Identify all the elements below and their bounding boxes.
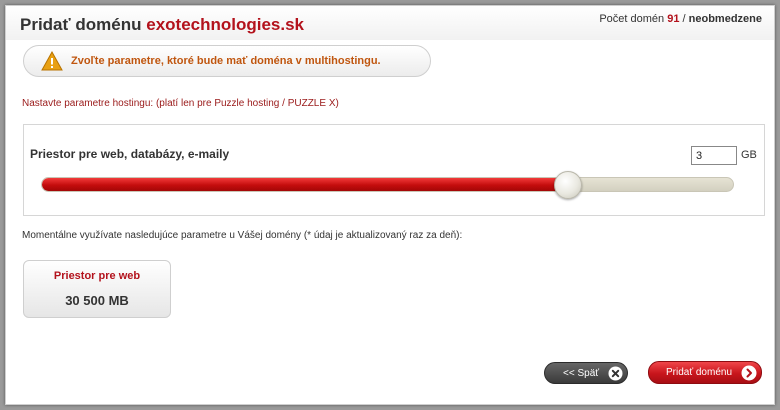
arrow-right-icon — [741, 365, 757, 381]
dialog-header: Pridať doménu exotechnologies.sk Počet d… — [6, 6, 774, 40]
add-domain-button[interactable]: Pridať doménu — [648, 361, 762, 384]
hosting-note: Nastavte parametre hostingu: (platí len … — [22, 98, 339, 109]
title-prefix: Pridať doménu — [20, 15, 142, 34]
counter-limit: neobmedzene — [688, 13, 762, 25]
add-domain-button-label: Pridať doménu — [666, 367, 733, 378]
storage-slider-track[interactable] — [41, 177, 734, 192]
storage-slider-handle[interactable] — [553, 171, 582, 199]
parameter-panel: Priestor pre web, databázy, e-maily GB — [23, 124, 765, 216]
warning-text: Zvoľte parametre, ktoré bude mať doména … — [71, 55, 381, 67]
counter-separator: / — [682, 13, 686, 25]
back-button-label: << Späť — [563, 367, 600, 379]
usage-card-title: Priestor pre web — [53, 270, 141, 282]
warning-banner: Zvoľte parametre, ktoré bude mať doména … — [23, 45, 431, 77]
back-button[interactable]: << Späť — [544, 362, 628, 384]
usage-card-value: 30 500 MB — [65, 293, 129, 308]
page-title: Pridať doménu exotechnologies.sk — [20, 15, 304, 35]
dialog-window: Pridať doménu exotechnologies.sk Počet d… — [5, 5, 775, 405]
usage-note: Momentálne využívate nasledujúce paramet… — [22, 230, 463, 241]
usage-card-storage: Priestor pre web 30 500 MB — [23, 260, 171, 318]
domain-counter: Počet domén 91 / neobmedzene — [599, 13, 762, 25]
counter-value: 91 — [667, 13, 680, 25]
domain-name: exotechnologies.sk — [146, 15, 305, 34]
close-x-icon — [608, 366, 623, 381]
warning-triangle-icon — [41, 50, 63, 71]
counter-label: Počet domén — [599, 13, 665, 25]
parameter-label: Priestor pre web, databázy, e-maily — [30, 147, 230, 161]
storage-unit: GB — [741, 149, 757, 161]
storage-size-input[interactable] — [691, 146, 737, 165]
storage-slider-fill — [42, 178, 569, 191]
